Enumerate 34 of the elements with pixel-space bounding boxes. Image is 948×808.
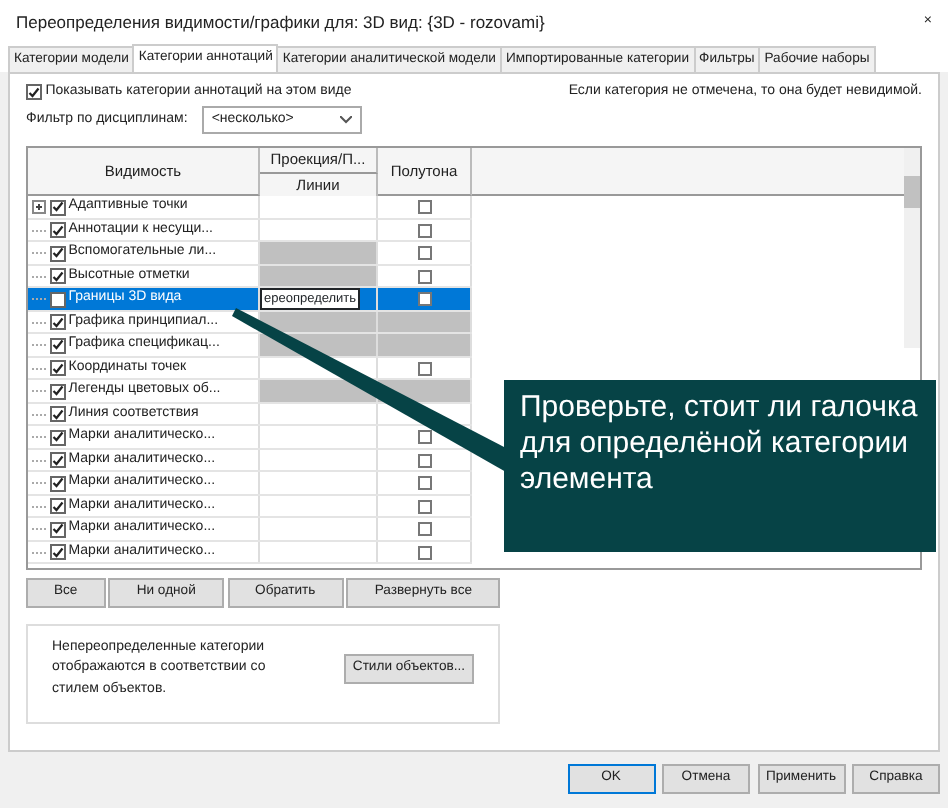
visibility-checkbox[interactable]	[49, 383, 65, 399]
halftone-checkbox[interactable]	[417, 200, 431, 214]
halftone-checkbox[interactable]	[417, 499, 431, 513]
halftone-checkbox[interactable]	[417, 430, 431, 444]
visibility-checkbox[interactable]	[49, 268, 65, 284]
halftone-checkbox[interactable]	[417, 361, 431, 375]
visibility-checkbox[interactable]	[49, 337, 65, 353]
halftone-checkbox[interactable]	[417, 522, 431, 536]
halftone-checkbox[interactable]	[417, 476, 431, 490]
halftone-checkbox[interactable]	[417, 223, 431, 237]
halftone-checkbox[interactable]	[417, 453, 431, 467]
visibility-checkbox[interactable]	[49, 291, 65, 307]
scrollbar[interactable]	[904, 148, 920, 349]
visibility-checkbox[interactable]	[49, 314, 65, 330]
halftone-checkbox[interactable]	[417, 545, 431, 559]
callout-text: Проверьте, стоит ли галочка для определёной категории элемента	[504, 380, 936, 552]
visibility-checkbox[interactable]	[49, 475, 65, 491]
visibility-checkbox[interactable]	[49, 429, 65, 445]
show-categories-checkbox[interactable]	[26, 84, 42, 101]
visibility-checkbox[interactable]	[49, 498, 65, 514]
visibility-checkbox[interactable]	[49, 222, 65, 238]
visibility-checkbox[interactable]	[49, 199, 65, 215]
visibility-checkbox[interactable]	[49, 452, 65, 468]
window-title: Переопределения видимости/графики для: 3D вид: {3D - rozovami}	[16, 9, 545, 35]
expand-icon[interactable]	[31, 200, 46, 214]
visibility-checkbox[interactable]	[49, 360, 65, 376]
halftone-checkbox[interactable]	[417, 292, 431, 306]
visibility-checkbox[interactable]	[49, 544, 65, 560]
halftone-checkbox[interactable]	[417, 246, 431, 260]
halftone-checkbox[interactable]	[417, 269, 431, 283]
chevron-down-icon	[339, 116, 352, 125]
visibility-checkbox[interactable]	[49, 521, 65, 537]
visibility-checkbox[interactable]	[49, 245, 65, 261]
visibility-checkbox[interactable]	[49, 406, 65, 422]
